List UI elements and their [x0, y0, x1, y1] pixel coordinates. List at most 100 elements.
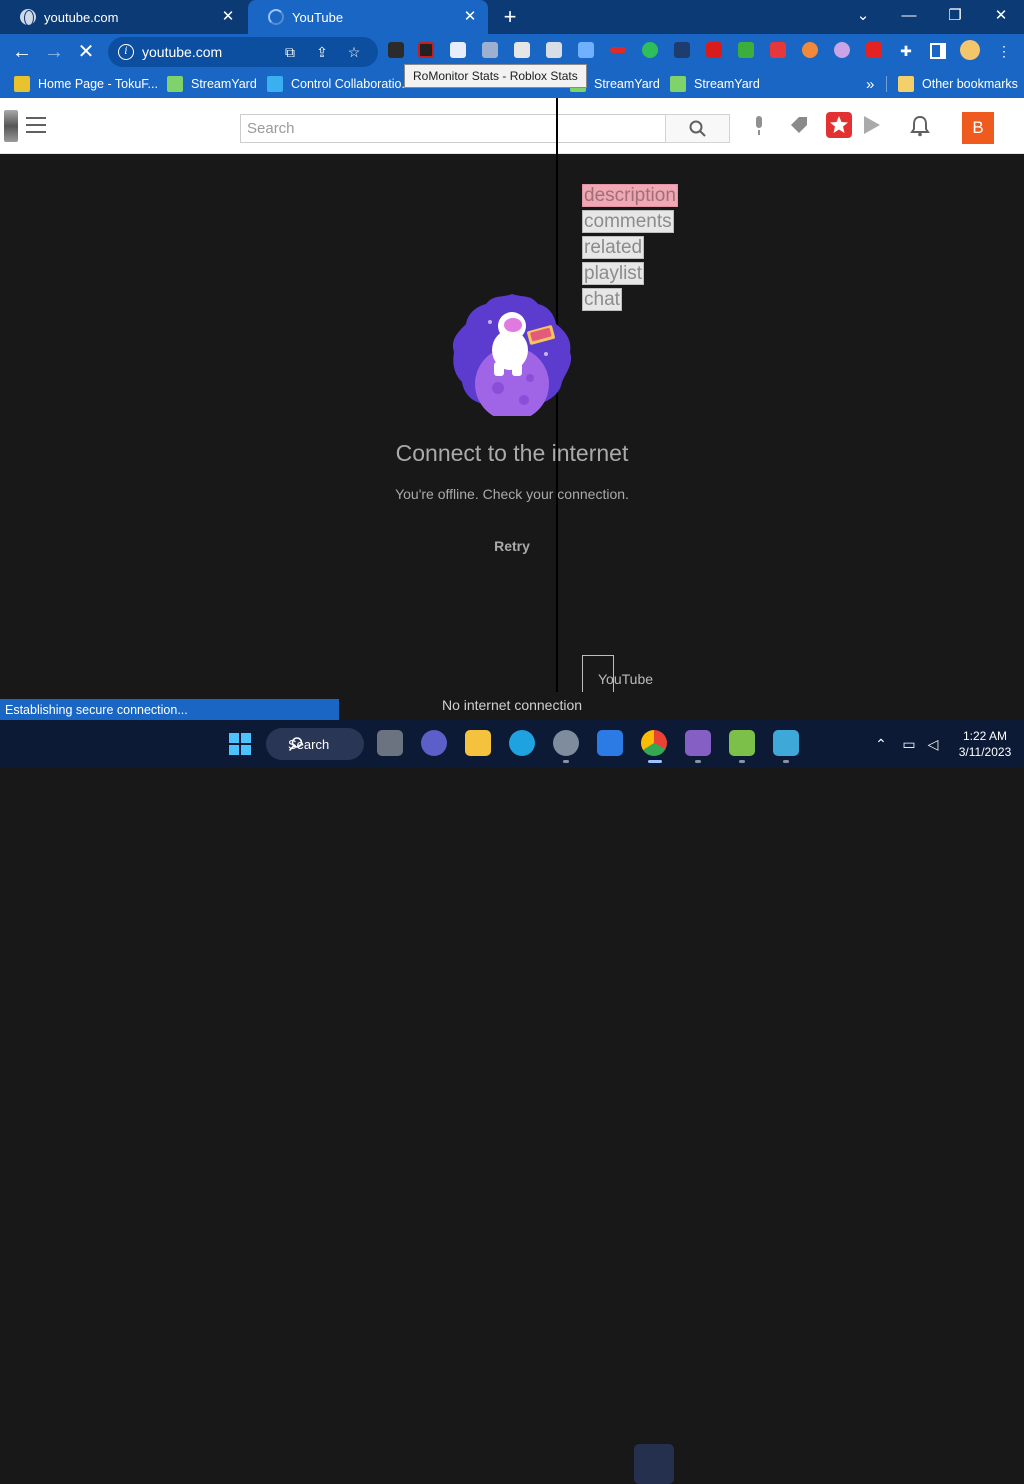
time: 1:22 AM	[962, 729, 1008, 743]
tab-youtube[interactable]: YouTube ✕	[248, 0, 488, 34]
network-icon[interactable]: ▭	[900, 736, 918, 753]
extension-icon-badge[interactable]	[802, 42, 818, 58]
globe-icon	[20, 9, 36, 26]
tab-strip: youtube.com ✕ YouTube ✕ + ⌄ — ❐ ✕	[0, 0, 1024, 34]
running-indicator	[695, 760, 701, 763]
running-indicator	[648, 760, 662, 763]
running-indicator	[783, 760, 789, 763]
minimize-button[interactable]: —	[886, 0, 932, 34]
bookmarks-divider	[886, 76, 887, 92]
bookmark-control-collaboration[interactable]: Control Collaboratio...	[267, 75, 412, 93]
address-bar[interactable]: i youtube.com ⧉ ⇪ ☆	[108, 37, 378, 67]
bookmarks-overflow-button[interactable]: »	[866, 75, 874, 93]
bookmark-label: Home Page - TokuF...	[38, 77, 158, 91]
microsoft-store-icon[interactable]	[597, 730, 623, 756]
extension-icon-youtube[interactable]	[866, 42, 882, 58]
extension-icon-red-app[interactable]	[770, 42, 786, 58]
volume-icon[interactable]: ◁	[924, 736, 942, 753]
star-extension-icon[interactable]	[826, 112, 852, 138]
teams-chat-icon[interactable]	[421, 730, 447, 756]
side-panel-icon[interactable]	[930, 43, 946, 59]
bookmark-label: Control Collaboratio...	[291, 77, 412, 91]
chrome-menu-icon[interactable]: ⋮	[994, 41, 1014, 61]
site-info-icon[interactable]: i	[118, 44, 134, 60]
offline-title: Connect to the internet	[395, 440, 629, 466]
close-tab-icon[interactable]: ✕	[462, 9, 478, 25]
tab-search-dropdown-button[interactable]: ⌄	[840, 0, 886, 34]
youtube-search-button[interactable]	[665, 114, 730, 143]
bookmark-streamyard-1[interactable]: StreamYard	[167, 75, 257, 93]
forward-button[interactable]: →	[40, 38, 68, 66]
comments-tab[interactable]: comments	[582, 210, 674, 233]
visual-studio-icon[interactable]	[685, 730, 711, 756]
profile-avatar[interactable]	[960, 40, 980, 60]
offline-subtitle: You're offline. Check your connection.	[395, 486, 629, 502]
windows-taskbar: Search ⌃ ▭ ◁ 1:22 AM 3/11/2023	[0, 720, 1024, 1484]
task-view-icon[interactable]	[377, 730, 403, 756]
close-tab-icon[interactable]: ✕	[220, 9, 236, 25]
extension-icon-puzzle-people[interactable]	[834, 42, 850, 58]
streamyard-icon	[167, 76, 183, 92]
tab-title: YouTube	[292, 9, 344, 25]
search-icon	[689, 120, 706, 137]
extension-icon-link[interactable]	[610, 47, 626, 53]
extension-icon-grid[interactable]	[514, 42, 530, 58]
tab-youtube-com[interactable]: youtube.com ✕	[0, 0, 246, 34]
settings-gear-icon[interactable]	[553, 730, 579, 756]
playlist-tab[interactable]: playlist	[582, 262, 645, 285]
youtube-search-input[interactable]: Search	[240, 114, 666, 143]
account-avatar[interactable]: B	[962, 112, 994, 144]
hamburger-menu-icon[interactable]	[26, 117, 46, 133]
microphone-icon[interactable]	[747, 115, 771, 139]
running-indicator	[563, 760, 569, 763]
stop-loading-button[interactable]: ✕	[72, 38, 100, 66]
tag-icon[interactable]	[787, 115, 811, 139]
extension-icon-download[interactable]	[546, 42, 562, 58]
open-in-app-icon[interactable]: ⧉	[280, 42, 300, 62]
bookmark-star-icon[interactable]: ☆	[344, 42, 364, 62]
chrome-icon[interactable]	[641, 730, 667, 756]
address-text: youtube.com	[142, 44, 223, 60]
extension-tooltip: RoMonitor Stats - Roblox Stats	[404, 64, 587, 88]
search-icon	[288, 737, 303, 752]
active-app-highlight	[634, 1444, 674, 1484]
extensions-puzzle-icon[interactable]: ✚	[896, 41, 916, 61]
loading-spinner-icon	[268, 9, 284, 25]
close-window-button[interactable]: ✕	[978, 0, 1024, 34]
notifications-bell-icon[interactable]	[910, 115, 930, 142]
extension-icon-tool[interactable]	[674, 42, 690, 58]
new-tab-button[interactable]: +	[498, 5, 522, 29]
play-triangle-icon[interactable]	[862, 114, 882, 141]
youtube-header: Search B	[0, 98, 1024, 154]
toku-icon	[14, 76, 30, 92]
share-icon[interactable]: ⇪	[312, 42, 332, 62]
back-button[interactable]: ←	[8, 38, 36, 66]
romonitor-extension-icon[interactable]	[388, 42, 404, 58]
game-app-icon[interactable]	[729, 730, 755, 756]
bookmark-streamyard-3[interactable]: StreamYard	[670, 75, 760, 93]
chat-tab[interactable]: chat	[582, 288, 622, 311]
extension-icon-docs[interactable]	[450, 42, 466, 58]
file-explorer-icon[interactable]	[465, 730, 491, 756]
description-tab[interactable]: description	[582, 184, 678, 207]
tab-title: youtube.com	[44, 9, 119, 25]
show-hidden-icons-chevron[interactable]: ⌃	[872, 736, 890, 753]
restore-button[interactable]: ❐	[932, 0, 978, 34]
related-tab[interactable]: related	[582, 236, 645, 259]
extension-icon-red-square[interactable]	[706, 42, 722, 58]
retry-button[interactable]: Retry	[482, 534, 542, 558]
extension-icon-rs[interactable]	[642, 42, 658, 58]
edge-icon[interactable]	[509, 730, 535, 756]
other-bookmarks-folder[interactable]: Other bookmarks	[898, 75, 1018, 93]
youtube-content	[0, 154, 1024, 692]
bookmark-home-page[interactable]: Home Page - TokuF...	[14, 75, 158, 93]
start-windows-icon[interactable]	[228, 732, 252, 756]
remote-desktop-icon[interactable]	[773, 730, 799, 756]
extension-icon-blue[interactable]	[578, 42, 594, 58]
clock[interactable]: 1:22 AM 3/11/2023	[950, 728, 1020, 760]
extension-icon-dollar[interactable]	[738, 42, 754, 58]
extension-icon-red[interactable]	[418, 42, 434, 58]
extension-icon-id[interactable]	[482, 42, 498, 58]
taskbar-search[interactable]: Search	[266, 728, 364, 760]
side-thumbnail	[4, 110, 18, 142]
